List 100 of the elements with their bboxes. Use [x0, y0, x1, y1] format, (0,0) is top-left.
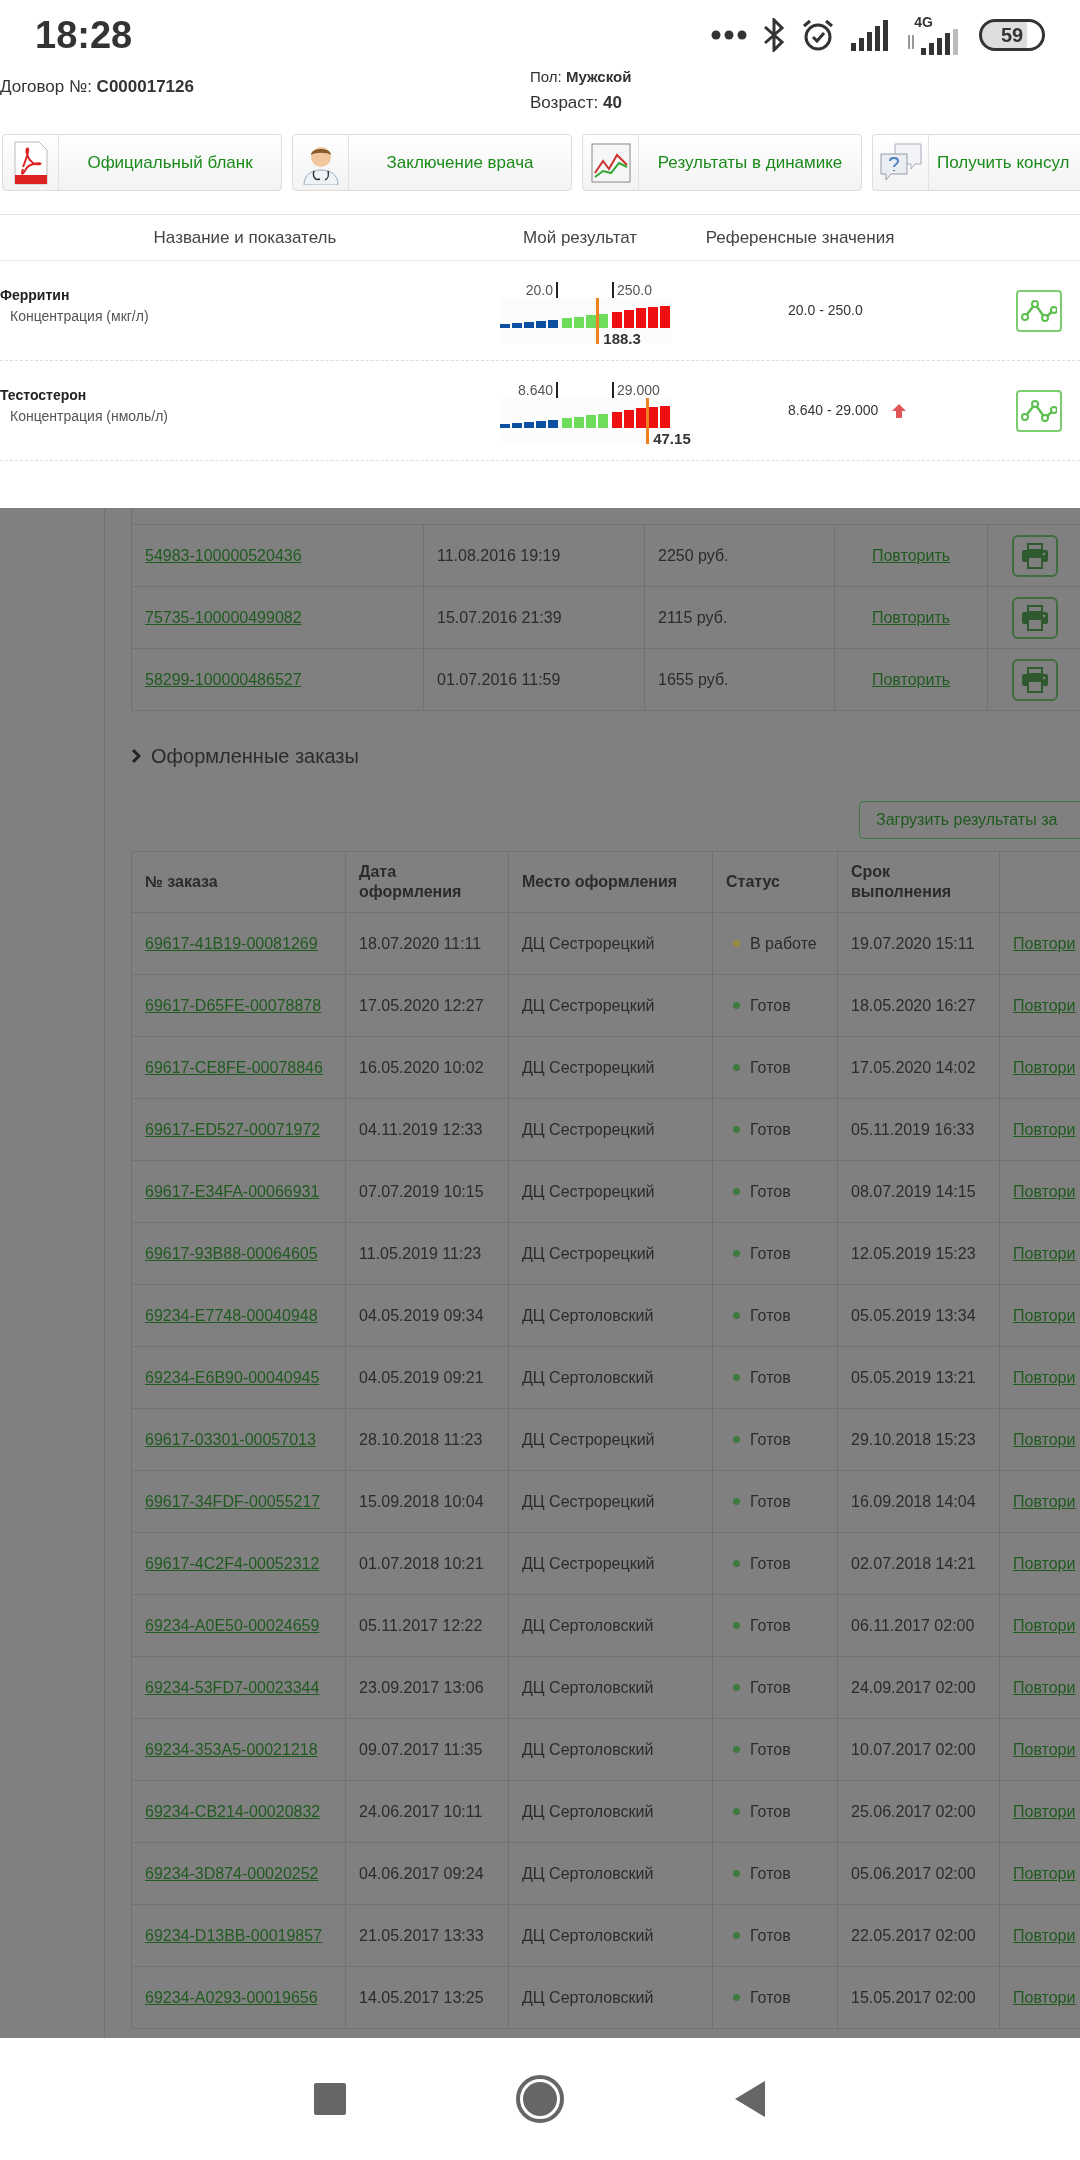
table-cell-text: 14.05.2017 13:25 — [359, 1987, 484, 2008]
table-cell-text: ДЦ Сестрорецкий — [522, 1243, 655, 1264]
order-link[interactable]: 69617-D65FE-00078878 — [145, 993, 322, 1018]
pdf-file-icon — [12, 140, 49, 185]
repeat-link[interactable]: Повтори — [1013, 1365, 1076, 1390]
repeat-link[interactable]: Повтори — [1013, 1179, 1076, 1204]
order-link[interactable]: 54983-100000520436 — [145, 543, 302, 568]
repeat-link[interactable]: Повтори — [1013, 1923, 1076, 1948]
action-button[interactable]: Результаты в динамике — [582, 134, 862, 191]
order-link[interactable]: 69234-D13BB-00019857 — [145, 1923, 323, 1948]
column-header: Дата оформления — [359, 862, 463, 902]
print-button[interactable] — [1012, 534, 1058, 577]
repeat-link[interactable]: Повторить — [871, 543, 951, 568]
repeat-link[interactable]: Повтори — [1013, 1551, 1076, 1576]
table-cell-text: 17.05.2020 14:02 — [851, 1057, 976, 1078]
print-button[interactable] — [1012, 596, 1058, 639]
column-header: Статус — [726, 872, 780, 892]
order-link[interactable]: 69234-353A5-00021218 — [145, 1737, 318, 1762]
order-link[interactable]: 69234-3D874-00020252 — [145, 1861, 319, 1886]
scale-bar — [586, 414, 596, 428]
status-label: Готов — [750, 1429, 791, 1450]
back-button[interactable] — [734, 2080, 766, 2118]
repeat-link[interactable]: Повтори — [1013, 993, 1076, 1018]
repeat-link[interactable]: Повтори — [1013, 931, 1076, 956]
home-button[interactable] — [516, 2075, 564, 2123]
order-link[interactable]: 69234-E7748-00040948 — [145, 1303, 318, 1328]
table-cell-text: 25.06.2017 02:00 — [851, 1801, 976, 1822]
print-button[interactable] — [1012, 658, 1058, 701]
repeat-link[interactable]: Повтори — [1013, 1427, 1076, 1452]
table-cell-text: 02.07.2018 14:21 — [851, 1553, 976, 1574]
table-cell-text: 23.09.2017 13:06 — [359, 1677, 484, 1698]
order-link[interactable]: 69617-E34FA-00066931 — [145, 1179, 320, 1204]
order-link[interactable]: 69234-53FD7-00023344 — [145, 1675, 320, 1700]
table-cell-text: 08.07.2019 14:15 — [851, 1181, 976, 1202]
table-cell-text: 05.11.2017 12:22 — [359, 1615, 483, 1636]
table-cell-text: 05.11.2019 16:33 — [851, 1119, 975, 1140]
table-cell-text: 18.07.2020 11:11 — [359, 933, 482, 954]
range-low-label: 8.640 — [517, 380, 553, 400]
repeat-link[interactable]: Повтори — [1013, 1055, 1076, 1080]
scale-bar — [500, 323, 510, 328]
trend-chart-button[interactable] — [1016, 289, 1062, 332]
column-header: Место оформления — [522, 872, 678, 892]
order-link[interactable]: 75735-100000499082 — [145, 605, 302, 630]
repeat-link[interactable]: Повтори — [1013, 1303, 1076, 1328]
upload-results-button[interactable]: Загрузить результаты за — [859, 801, 1080, 839]
range-low-label: 20.0 — [525, 280, 553, 300]
repeat-link[interactable]: Повтори — [1013, 1489, 1076, 1514]
order-link[interactable]: 69617-4C2F4-00052312 — [145, 1551, 320, 1576]
table-cell-text: ДЦ Сертоловский — [522, 1615, 654, 1636]
order-link[interactable]: 69234-A0E50-00024659 — [145, 1613, 320, 1638]
table-cell-text: ДЦ Сертоловский — [522, 1305, 654, 1326]
table-cell-text: ДЦ Сестрорецкий — [522, 995, 655, 1016]
status-label: Готов — [750, 1119, 791, 1140]
order-link[interactable]: 69234-CB214-00020832 — [145, 1799, 321, 1824]
reference-range: 8.640 - 29.000 — [788, 401, 879, 420]
action-button[interactable]: Получить консул — [872, 134, 1080, 191]
repeat-link[interactable]: Повторить — [871, 605, 951, 630]
test-unit: Концентрация (мкг/л) — [9, 306, 150, 326]
scale-bar — [574, 416, 584, 428]
repeat-link[interactable]: Повтори — [1013, 1241, 1076, 1266]
table-cell-text: 05.06.2017 02:00 — [851, 1863, 976, 1884]
repeat-link[interactable]: Повтори — [1013, 1737, 1076, 1762]
repeat-link[interactable]: Повторить — [871, 667, 951, 692]
table-cell-text: 15.07.2016 21:39 — [437, 607, 562, 628]
scale-bar — [624, 309, 634, 328]
scale-bar — [574, 316, 584, 328]
order-link[interactable]: 69234-A0293-00019656 — [145, 1985, 318, 2010]
table-cell-text: ДЦ Сестрорецкий — [522, 933, 655, 954]
chevron-right-icon — [131, 748, 141, 764]
repeat-link[interactable]: Повтори — [1013, 1613, 1076, 1638]
table-cell-text: 04.05.2019 09:21 — [359, 1367, 484, 1388]
printer-icon — [1021, 604, 1049, 631]
trend-chart-button[interactable] — [1016, 389, 1062, 432]
range-high-label: 29.000 — [617, 380, 660, 400]
result-value: 188.3 — [603, 328, 641, 349]
scale-bar — [648, 306, 658, 328]
repeat-link[interactable]: Повтори — [1013, 1861, 1076, 1886]
order-link[interactable]: 58299-100000486527 — [145, 667, 302, 692]
order-link[interactable]: 69617-93B88-00064605 — [145, 1241, 318, 1266]
status-label: Готов — [750, 1057, 791, 1078]
repeat-link[interactable]: Повтори — [1013, 1117, 1076, 1142]
order-link[interactable]: 69234-E6B90-00040945 — [145, 1365, 320, 1390]
table-cell-text: ДЦ Сертоловский — [522, 1739, 654, 1760]
table-cell-text: 19.07.2020 15:11 — [851, 933, 975, 954]
action-button[interactable]: Заключение врача — [292, 134, 572, 191]
order-link[interactable]: 69617-CE8FE-00078846 — [145, 1055, 323, 1080]
order-link[interactable]: 69617-34FDF-00055217 — [145, 1489, 321, 1514]
scale-bar — [536, 420, 546, 428]
action-button[interactable]: Официальный бланк — [2, 134, 282, 191]
repeat-link[interactable]: Повтори — [1013, 1799, 1076, 1824]
status-label: Готов — [750, 1739, 791, 1760]
status-label: Готов — [750, 1367, 791, 1388]
table-cell-text: 05.05.2019 13:34 — [851, 1305, 976, 1326]
order-link[interactable]: 69617-03301-00057013 — [145, 1427, 316, 1452]
repeat-link[interactable]: Повтори — [1013, 1675, 1076, 1700]
repeat-link[interactable]: Повтори — [1013, 1985, 1076, 2010]
age-info: Возраст: 40 — [530, 92, 623, 114]
table-cell-text: ДЦ Сестрорецкий — [522, 1491, 655, 1512]
order-link[interactable]: 69617-41B19-00081269 — [145, 931, 318, 956]
order-link[interactable]: 69617-ED527-00071972 — [145, 1117, 321, 1142]
